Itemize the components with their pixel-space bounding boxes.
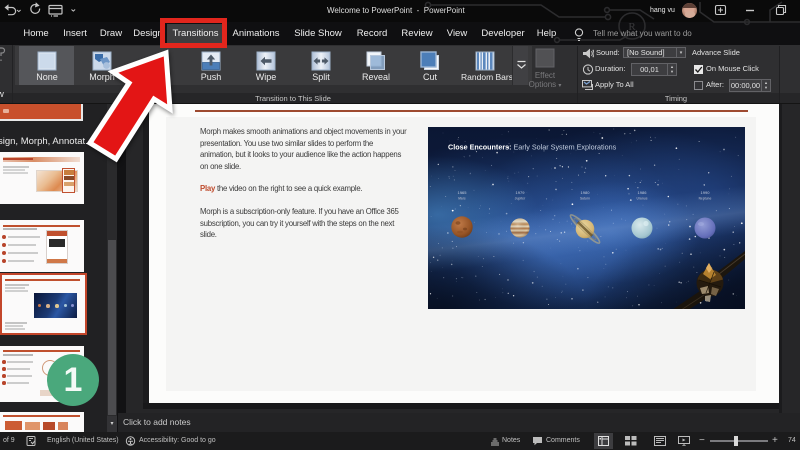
svg-text:Neptune: Neptune <box>699 197 712 201</box>
svg-text:Mars: Mars <box>458 197 466 201</box>
svg-text:Saturn: Saturn <box>580 197 590 201</box>
svg-text:1980: 1980 <box>581 190 591 195</box>
svg-text:Uranus: Uranus <box>637 197 648 201</box>
svg-text:1965: 1965 <box>458 190 468 195</box>
svg-text:1979: 1979 <box>516 190 526 195</box>
svg-text:Jupiter: Jupiter <box>515 197 526 201</box>
svg-text:1990: 1990 <box>701 190 711 195</box>
svg-text:Close Encounters: Early Solar: Close Encounters: Early Solar System Exp… <box>448 143 617 152</box>
svg-text:1986: 1986 <box>638 190 648 195</box>
